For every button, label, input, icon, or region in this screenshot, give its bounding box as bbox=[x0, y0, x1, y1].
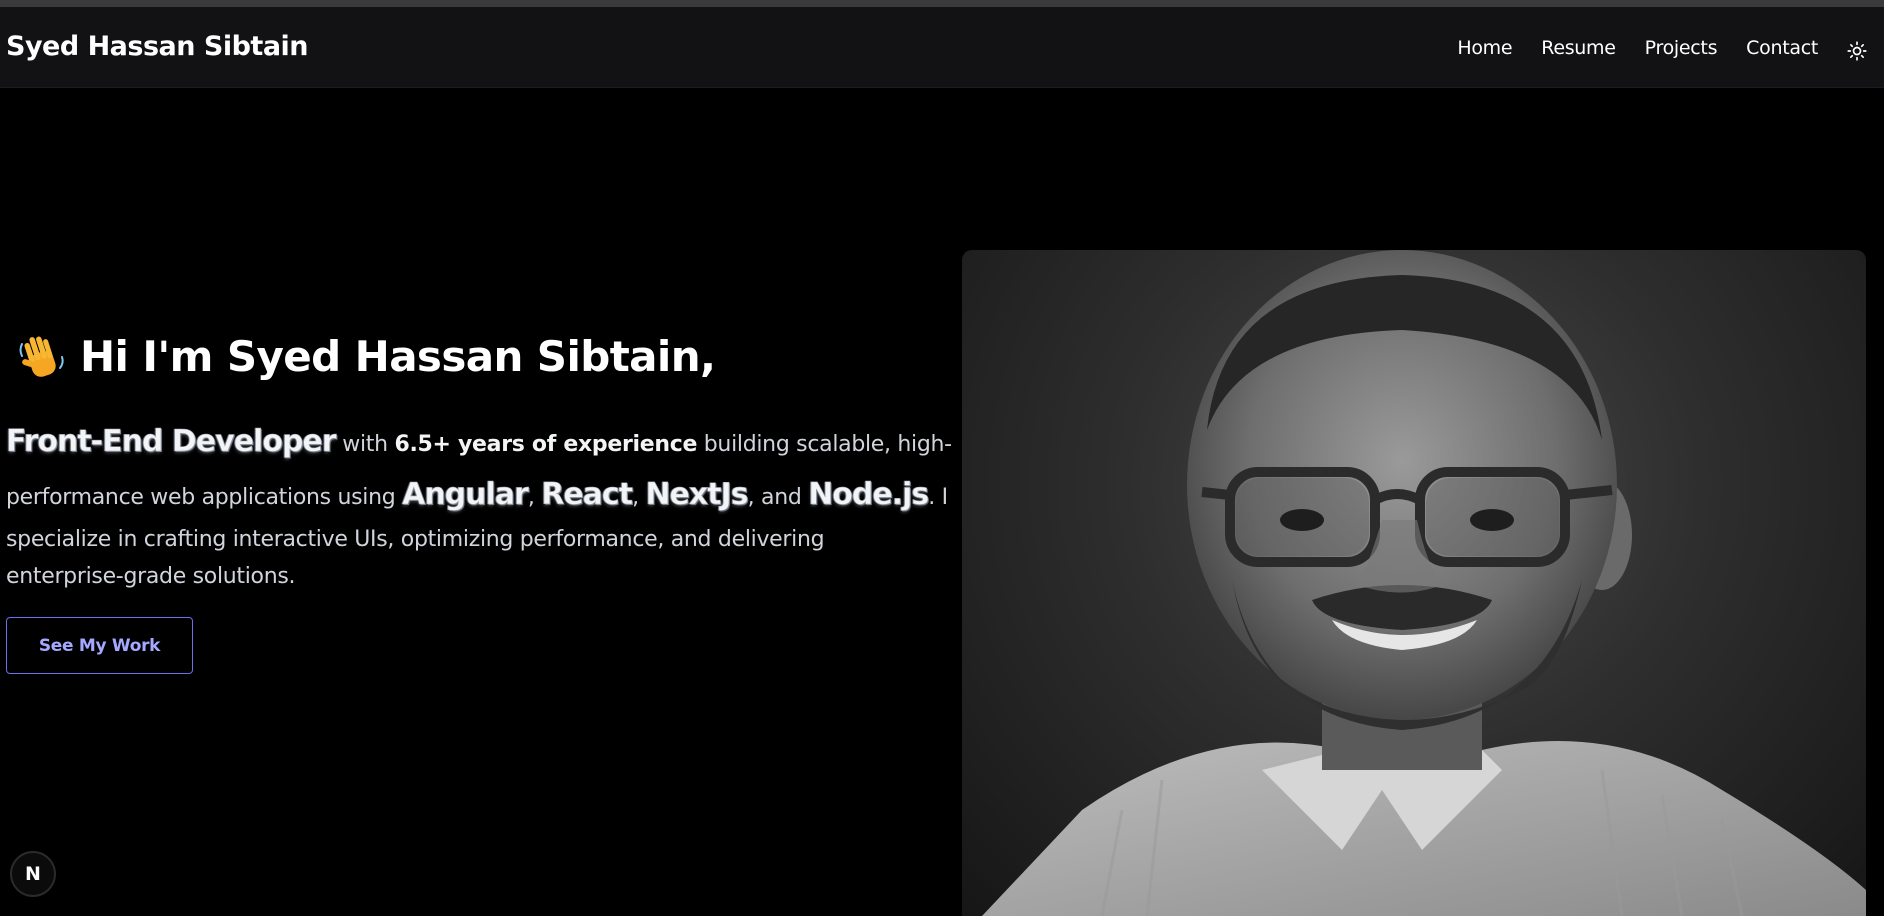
nav-link-projects[interactable]: Projects bbox=[1645, 37, 1718, 59]
hero-line-4: enterprise-grade solutions. bbox=[6, 564, 296, 589]
experience-highlight: 6.5+ years of experience bbox=[394, 432, 698, 457]
tech-nextjs: NextJs bbox=[645, 477, 749, 513]
tech-angular: Angular bbox=[402, 477, 529, 513]
waving-hand-icon bbox=[19, 336, 64, 377]
nextjs-badge-button[interactable]: N bbox=[10, 851, 56, 897]
nav-links: Home Resume Projects Contact bbox=[1457, 37, 1818, 59]
sun-icon bbox=[1847, 41, 1867, 61]
hero-line-3: specialize in crafting interactive UIs, … bbox=[6, 527, 825, 552]
see-my-work-button[interactable]: See My Work bbox=[6, 617, 193, 674]
browser-top-edge bbox=[0, 0, 1884, 7]
text-building: building scalable, high- bbox=[697, 432, 952, 457]
role-highlight: Front-End Developer bbox=[6, 424, 337, 460]
navbar: Syed Hassan Sibtain Home Resume Projects… bbox=[0, 7, 1884, 88]
hero-line-1: Front-End Developer with 6.5+ years of e… bbox=[6, 415, 952, 468]
tech-nodejs: Node.js bbox=[808, 477, 930, 513]
tech-react: React bbox=[541, 477, 633, 513]
hero-line-2: performance web applications using Angul… bbox=[6, 468, 948, 521]
site-brand[interactable]: Syed Hassan Sibtain bbox=[6, 31, 309, 62]
portrait-illustration bbox=[982, 250, 1866, 916]
profile-photo bbox=[962, 250, 1866, 916]
text-comma-2: , bbox=[632, 485, 646, 510]
text-performance: performance web applications using bbox=[6, 485, 403, 510]
text-with: with bbox=[335, 432, 395, 457]
text-and: , and bbox=[747, 485, 809, 510]
text-comma-1: , bbox=[527, 485, 542, 510]
nextjs-icon: N bbox=[25, 863, 41, 885]
theme-toggle-button[interactable] bbox=[1844, 38, 1870, 64]
nav-link-home[interactable]: Home bbox=[1457, 37, 1512, 59]
hero-title: Hi I'm Syed Hassan Sibtain, bbox=[80, 331, 716, 381]
hero-heading: Hi I'm Syed Hassan Sibtain, bbox=[16, 330, 716, 382]
hero-description: Front-End Developer with 6.5+ years of e… bbox=[6, 415, 952, 595]
text-period: . I bbox=[928, 485, 948, 510]
nav-link-resume[interactable]: Resume bbox=[1541, 37, 1616, 59]
nav-link-contact[interactable]: Contact bbox=[1746, 37, 1818, 59]
